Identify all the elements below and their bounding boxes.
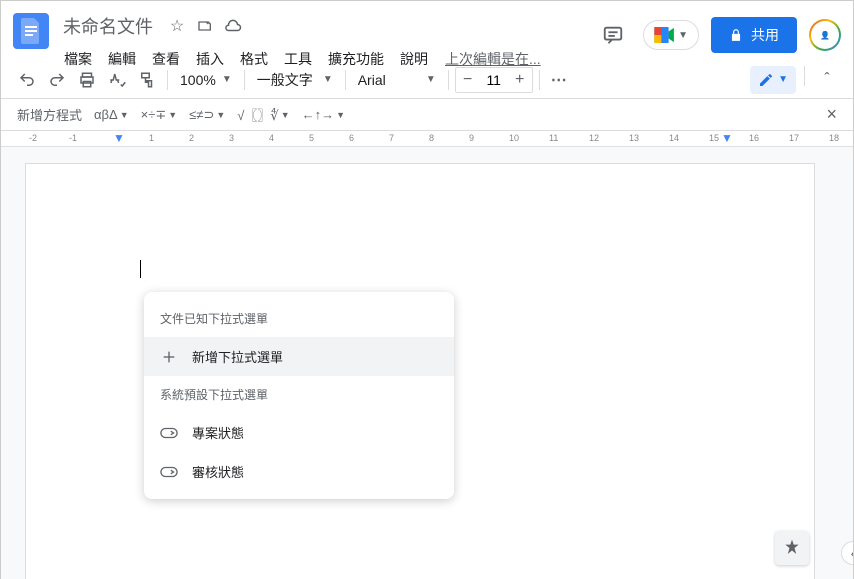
text-cursor bbox=[140, 260, 141, 278]
title-row: 未命名文件 ☆ bbox=[57, 9, 595, 43]
chip-icon bbox=[160, 424, 178, 442]
eq-relations[interactable]: ≤≠⊃ ▼ bbox=[189, 107, 225, 123]
add-dropdown-item[interactable]: 新增下拉式選單 bbox=[144, 337, 454, 376]
font-dropdown[interactable]: Arial▼ bbox=[352, 66, 442, 94]
equation-toolbar: 新增方程式 αβΔ ▼ ×÷∓ ▼ ≤≠⊃ ▼ √〖〗∜ ▼ ←↑→ ▼ × bbox=[1, 99, 853, 131]
style-dropdown[interactable]: 一般文字▼ bbox=[251, 66, 339, 94]
eq-arrows[interactable]: ←↑→ ▼ bbox=[302, 107, 345, 122]
editing-mode-button[interactable]: ▼ bbox=[750, 66, 796, 94]
toolbar-right: ▼ ˆ bbox=[750, 66, 841, 94]
caret-down-icon: ▼ bbox=[678, 30, 688, 41]
separator bbox=[448, 70, 449, 90]
eq-math[interactable]: √〖〗∜ ▼ bbox=[237, 105, 289, 124]
eq-greek[interactable]: αβΔ ▼ bbox=[94, 107, 129, 122]
side-panel-toggle[interactable]: ‹ bbox=[841, 541, 853, 565]
move-icon[interactable] bbox=[195, 16, 215, 36]
explore-button[interactable] bbox=[775, 531, 809, 565]
canvas: 文件已知下拉式選單 新增下拉式選單 系統預設下拉式選單 專案狀態 審核狀態 ‹ bbox=[1, 147, 853, 579]
lock-icon bbox=[729, 28, 743, 42]
font-size-decrease[interactable]: − bbox=[456, 68, 480, 92]
popup-item-label: 新增下拉式選單 bbox=[192, 347, 283, 366]
docs-logo[interactable] bbox=[13, 13, 49, 49]
dropdown-menu-popup: 文件已知下拉式選單 新增下拉式選單 系統預設下拉式選單 專案狀態 審核狀態 bbox=[144, 292, 454, 499]
cloud-icon[interactable] bbox=[223, 16, 243, 36]
doc-title[interactable]: 未命名文件 bbox=[57, 11, 159, 41]
preset-project-status[interactable]: 專案狀態 bbox=[144, 413, 454, 452]
popup-section-header: 文件已知下拉式選單 bbox=[144, 300, 454, 337]
separator bbox=[345, 70, 346, 90]
indent-marker-icon[interactable]: ▼ bbox=[113, 131, 125, 145]
share-button[interactable]: 共用 bbox=[711, 17, 797, 53]
separator bbox=[804, 66, 805, 86]
star-icon[interactable]: ☆ bbox=[167, 16, 187, 36]
meet-button[interactable]: ▼ bbox=[643, 20, 699, 50]
new-equation-button[interactable]: 新增方程式 bbox=[17, 105, 82, 124]
plus-icon bbox=[160, 348, 178, 366]
separator bbox=[167, 70, 168, 90]
font-size-group: − + bbox=[455, 67, 533, 93]
ruler[interactable]: ▼ ▼ -2 -1 1 2 3 4 5 6 7 8 9 10 11 12 13 … bbox=[1, 131, 853, 147]
undo-button[interactable] bbox=[13, 66, 41, 94]
eq-operators[interactable]: ×÷∓ ▼ bbox=[141, 107, 178, 123]
avatar[interactable]: 👤 bbox=[809, 19, 841, 51]
spellcheck-button[interactable] bbox=[103, 66, 131, 94]
chip-icon bbox=[160, 463, 178, 481]
separator bbox=[539, 70, 540, 90]
paint-format-button[interactable] bbox=[133, 66, 161, 94]
print-button[interactable] bbox=[73, 66, 101, 94]
popup-item-label: 審核狀態 bbox=[192, 462, 244, 481]
more-button[interactable]: ⋯ bbox=[546, 66, 574, 94]
share-label: 共用 bbox=[751, 25, 779, 45]
popup-section-header: 系統預設下拉式選單 bbox=[144, 376, 454, 413]
close-icon[interactable]: × bbox=[826, 104, 837, 125]
comments-icon[interactable] bbox=[595, 17, 631, 53]
separator bbox=[244, 70, 245, 90]
font-size-increase[interactable]: + bbox=[508, 68, 532, 92]
pencil-icon bbox=[758, 72, 774, 88]
caret-down-icon: ▼ bbox=[778, 74, 788, 85]
redo-button[interactable] bbox=[43, 66, 71, 94]
zoom-dropdown[interactable]: 100%▼ bbox=[174, 66, 238, 94]
font-size-input[interactable] bbox=[480, 70, 508, 90]
toolbar: 100%▼ 一般文字▼ Arial▼ − + ⋯ ▼ ˆ bbox=[1, 61, 853, 99]
popup-item-label: 專案狀態 bbox=[192, 423, 244, 442]
document-page[interactable]: 文件已知下拉式選單 新增下拉式選單 系統預設下拉式選單 專案狀態 審核狀態 bbox=[25, 163, 815, 579]
title-area: 未命名文件 ☆ 檔案 編輯 查看 插入 格式 工具 擴充功能 說明 上次編輯是在… bbox=[57, 9, 595, 73]
header-right: ▼ 共用 👤 bbox=[595, 9, 841, 53]
preset-review-status[interactable]: 審核狀態 bbox=[144, 452, 454, 491]
right-indent-marker-icon[interactable]: ▼ bbox=[721, 131, 733, 145]
header: 未命名文件 ☆ 檔案 編輯 查看 插入 格式 工具 擴充功能 說明 上次編輯是在… bbox=[1, 1, 853, 61]
collapse-button[interactable]: ˆ bbox=[813, 66, 841, 94]
